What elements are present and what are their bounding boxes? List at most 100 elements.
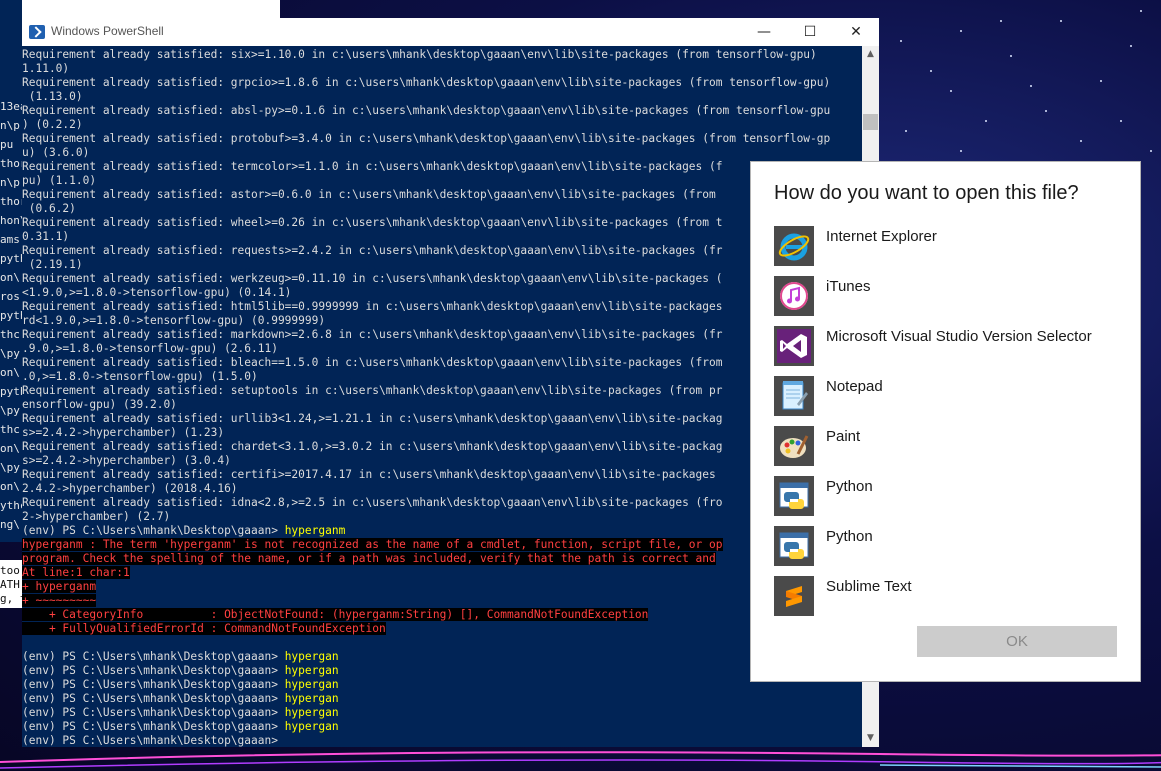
star: [930, 70, 932, 72]
scroll-up-icon[interactable]: ▲: [862, 46, 879, 63]
minimize-button[interactable]: —: [741, 18, 787, 46]
terminal-line: Requirement already satisfied: termcolor…: [22, 160, 723, 173]
background-text-fragment: ros: [0, 290, 20, 303]
command-text: hypergan: [284, 678, 339, 691]
background-text-fragment: on\: [0, 480, 20, 493]
terminal-line: Requirement already satisfied: html5lib=…: [22, 300, 723, 313]
terminal-line: pu) (1.1.0): [22, 174, 97, 187]
ok-button[interactable]: OK: [917, 626, 1117, 657]
app-option[interactable]: Sublime Text: [774, 576, 1119, 620]
maximize-button[interactable]: ☐: [787, 18, 833, 46]
terminal-line: s>=2.4.2->hyperchamber) (1.23): [22, 426, 225, 439]
background-text-fragment: pyth: [0, 309, 22, 322]
command-text: hypergan: [284, 650, 339, 663]
terminal-line: (env) PS C:\Users\mhank\Desktop\gaaan> h…: [22, 692, 830, 706]
background-text-window[interactable]: too ATH. g, t: [0, 560, 27, 608]
terminal-line: <1.9.0,>=1.8.0->tensorflow-gpu) (0.14.1): [22, 286, 292, 299]
console-output[interactable]: Requirement already satisfied: six>=1.10…: [22, 46, 862, 747]
terminal-line: rd<1.9.0,>=1.8.0->tensorflow-gpu) (0.999…: [22, 314, 326, 327]
star: [900, 40, 902, 42]
star: [1140, 10, 1142, 12]
command-text: hypergan: [284, 692, 339, 705]
background-text-fragment: n\p: [0, 119, 20, 132]
python-icon: [774, 526, 814, 566]
star: [1130, 45, 1132, 47]
terminal-line: u) (3.6.0): [22, 146, 90, 159]
star: [1030, 85, 1032, 87]
app-option[interactable]: Python: [774, 476, 1119, 520]
notepad-icon: [774, 376, 814, 416]
background-text-fragment: pyth: [0, 252, 22, 265]
app-option[interactable]: Paint: [774, 426, 1119, 470]
terminal-line: + hyperganm: [22, 580, 830, 594]
background-text-fragment: on\: [0, 442, 20, 455]
scrollbar-thumb[interactable]: [863, 114, 878, 130]
prompt-text: (env) PS C:\Users\mhank\Desktop\gaaan>: [22, 524, 285, 537]
sublime-text-icon: [774, 576, 814, 616]
error-text: + CategoryInfo : ObjectNotFound: (hyperg…: [22, 608, 649, 621]
visual-studio-icon: [774, 326, 814, 366]
background-text-fragment: ythc: [0, 499, 22, 512]
terminal-line: Requirement already satisfied: astor>=0.…: [22, 188, 716, 201]
minimize-icon: —: [757, 24, 771, 40]
terminal-line: + ~~~~~~~~~: [22, 594, 830, 608]
terminal-line: (env) PS C:\Users\mhank\Desktop\gaaan> h…: [22, 678, 830, 692]
star: [985, 120, 987, 122]
app-option[interactable]: Internet Explorer: [774, 226, 1119, 270]
app-option[interactable]: Microsoft Visual Studio Version Selector: [774, 326, 1119, 370]
app-option[interactable]: iTunes: [774, 276, 1119, 320]
app-option-label: Python: [826, 528, 873, 545]
star: [1045, 110, 1047, 112]
terminal-line: 1.11.0): [22, 62, 70, 75]
app-option-label: Python: [826, 478, 873, 495]
prompt-text: (env) PS C:\Users\mhank\Desktop\gaaan>: [22, 664, 285, 677]
terminal-line: 0.31.1): [22, 230, 70, 243]
terminal-text[interactable]: Requirement already satisfied: six>=1.10…: [22, 48, 830, 747]
error-text: hyperganm : The term 'hyperganm' is not …: [22, 538, 723, 551]
open-with-dialog[interactable]: How do you want to open this file? Inter…: [750, 161, 1141, 682]
app-option[interactable]: Python: [774, 526, 1119, 570]
background-text-fragment: thc: [0, 328, 20, 341]
close-button[interactable]: ✕: [833, 18, 879, 46]
terminal-line: ) (0.2.2): [22, 118, 83, 131]
terminal-line: At line:1 char:1: [22, 566, 830, 580]
prompt-text: (env) PS C:\Users\mhank\Desktop\gaaan>: [22, 734, 278, 747]
terminal-line: .0,>=1.8.0->tensorflow-gpu) (1.5.0): [22, 370, 258, 383]
app-option-label: Internet Explorer: [826, 228, 937, 245]
terminal-line: Requirement already satisfied: grpcio>=1…: [22, 76, 831, 89]
terminal-line: Requirement already satisfied: setuptool…: [22, 384, 723, 397]
window-title: Windows PowerShell: [51, 24, 164, 38]
terminal-line: Requirement already satisfied: markdown>…: [22, 328, 723, 341]
terminal-line: Requirement already satisfied: bleach==1…: [22, 356, 723, 369]
terminal-line: hyperganm : The term 'hyperganm' is not …: [22, 538, 830, 552]
terminal-line: program. Check the spelling of the name,…: [22, 552, 830, 566]
star: [960, 30, 962, 32]
maximize-icon: ☐: [803, 24, 817, 40]
prompt-text: (env) PS C:\Users\mhank\Desktop\gaaan>: [22, 678, 285, 691]
terminal-line: (env) PS C:\Users\mhank\Desktop\gaaan> h…: [22, 706, 830, 720]
app-option[interactable]: Notepad: [774, 376, 1119, 420]
app-option-label: Notepad: [826, 378, 883, 395]
star: [960, 150, 962, 152]
powershell-titlebar[interactable]: Windows PowerShell — ☐ ✕: [22, 18, 879, 46]
terminal-line: + CategoryInfo : ObjectNotFound: (hyperg…: [22, 608, 830, 622]
star: [1150, 150, 1152, 152]
terminal-line: Requirement already satisfied: idna<2.8,…: [22, 496, 723, 509]
star: [1120, 120, 1122, 122]
command-text: hypergan: [284, 706, 339, 719]
scroll-down-icon[interactable]: ▼: [862, 730, 879, 747]
background-window-edge: [22, 0, 280, 18]
terminal-line: Requirement already satisfied: certifi>=…: [22, 468, 716, 481]
terminal-line: 2.4.2->hyperchamber) (2018.4.16): [22, 482, 238, 495]
terminal-line: Requirement already satisfied: requests>…: [22, 244, 723, 257]
command-text: hypergan: [284, 720, 339, 733]
error-text: program. Check the spelling of the name,…: [22, 552, 716, 565]
terminal-line: Requirement already satisfied: chardet<3…: [22, 440, 723, 453]
terminal-line: .9.0,>=1.8.0->tensorflow-gpu) (2.6.11): [22, 342, 278, 355]
background-terminal-window[interactable]: 13ea n\p pu thor n\p thor hon\ ams pyth on\ ros pyt…: [0, 0, 22, 542]
error-text: + ~~~~~~~~~: [22, 594, 97, 607]
background-text-fragment: thor: [0, 195, 22, 208]
background-text-fragment: n\p: [0, 176, 20, 189]
app-option-label: Sublime Text: [826, 578, 912, 595]
star: [1060, 20, 1062, 22]
